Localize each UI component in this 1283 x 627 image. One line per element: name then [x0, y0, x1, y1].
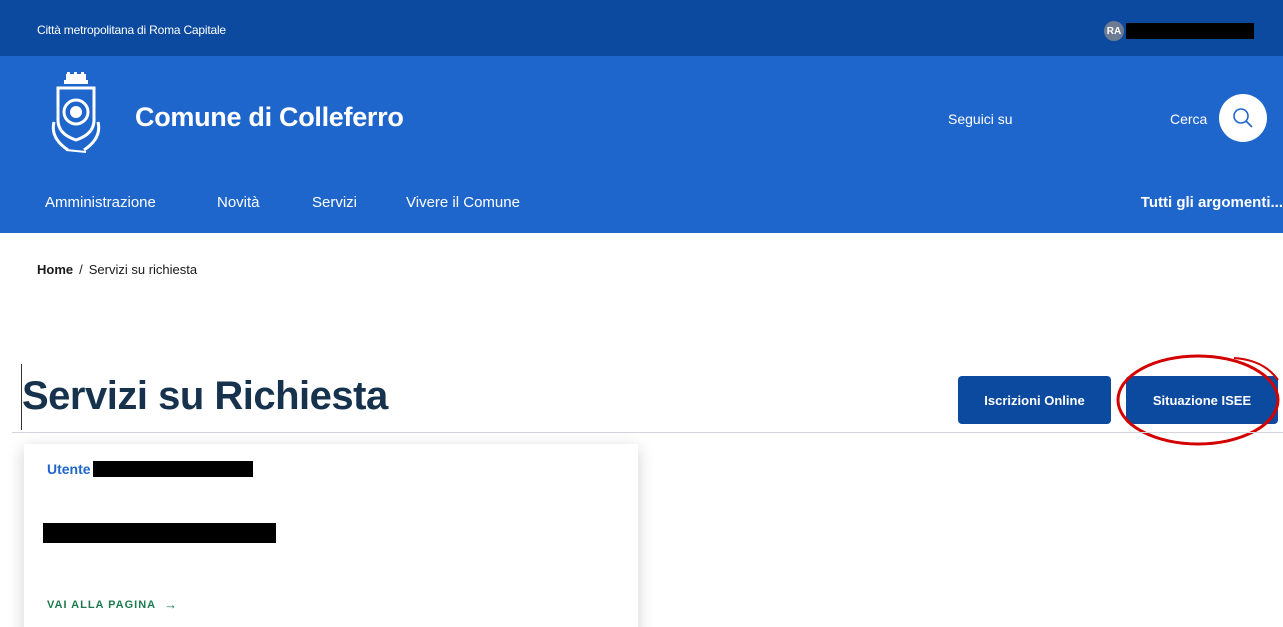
- user-name-redacted: [1126, 23, 1254, 39]
- iscrizioni-online-button[interactable]: Iscrizioni Online: [958, 376, 1111, 424]
- search-label: Cerca: [1170, 111, 1208, 127]
- breadcrumb-current: Servizi su richiesta: [88, 262, 198, 277]
- municipal-crest-icon[interactable]: [46, 72, 106, 156]
- username-redacted: [92, 461, 253, 477]
- main-navigation: Amministrazione Novità Servizi Vivere il…: [0, 180, 1283, 233]
- service-card: Utente VAI ALLA PAGINA →: [24, 444, 638, 627]
- slim-header: Città metropolitana di Roma Capitale RA: [0, 0, 1283, 56]
- search-button[interactable]: [1219, 94, 1267, 142]
- annotation-circle: [1116, 354, 1280, 446]
- nav-all-topics[interactable]: Tutti gli argomenti...: [1141, 194, 1283, 211]
- nav-item-novita[interactable]: Novità: [217, 194, 260, 211]
- nav-item-servizi[interactable]: Servizi: [312, 194, 357, 211]
- title-divider: [12, 432, 1283, 433]
- user-avatar[interactable]: RA: [1104, 21, 1124, 41]
- region-link[interactable]: Città metropolitana di Roma Capitale: [37, 23, 226, 37]
- card-title-label: Utente: [47, 461, 91, 477]
- search-icon: [1233, 108, 1253, 128]
- arrow-right-icon: →: [164, 597, 178, 612]
- nav-item-vivere-il-comune[interactable]: Vivere il Comune: [406, 194, 520, 211]
- breadcrumb-separator: /: [79, 262, 83, 277]
- center-header: Comune di Colleferro Seguici su Cerca: [0, 56, 1283, 180]
- breadcrumb: Home / Servizi su richiesta: [37, 262, 197, 277]
- card-link[interactable]: VAI ALLA PAGINA →: [47, 597, 177, 612]
- social-label: Seguici su: [948, 111, 1013, 127]
- card-title[interactable]: Utente: [47, 461, 253, 477]
- page-title: Servizi su Richiesta: [22, 374, 388, 418]
- user-menu[interactable]: RA: [1104, 21, 1254, 41]
- card-link-label: VAI ALLA PAGINA: [47, 598, 157, 611]
- nav-item-amministrazione[interactable]: Amministrazione: [45, 194, 156, 211]
- breadcrumb-home[interactable]: Home: [37, 262, 73, 277]
- site-title[interactable]: Comune di Colleferro: [135, 102, 404, 133]
- description-redacted: [43, 523, 276, 543]
